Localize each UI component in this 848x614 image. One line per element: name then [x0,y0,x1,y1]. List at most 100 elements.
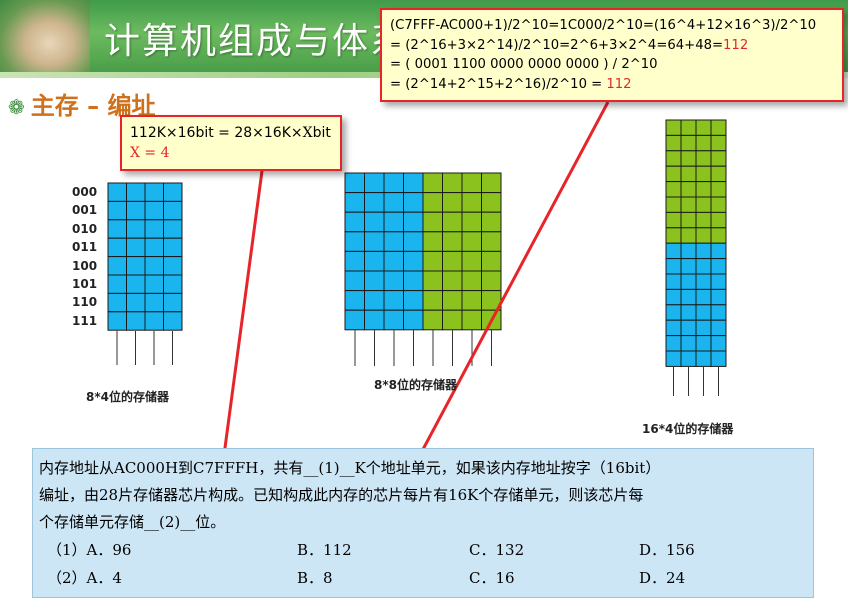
grid-16x4-cell [695,335,712,352]
calc-line-2-result: 112 [723,37,749,53]
grid-16x4-memory [665,119,727,396]
grid-8x8-cell [422,290,443,311]
grid-8x8-cell [422,192,443,213]
grid-16x4-cell [710,258,727,275]
grid-8x8-cell [481,250,502,272]
grid-8x4-cell [107,200,127,221]
address-label: 100 [72,258,98,273]
grid-16x4-cell [665,304,682,321]
grid-16x4-cell [710,150,727,167]
grid-8x4-cell [107,237,127,258]
grid-8x8-cell [364,290,385,311]
grid-16x4-cell [680,211,697,229]
caption-8x8: 8*8位的存储器 [374,378,457,392]
grid-8x4-cell [107,292,127,313]
option-2-c: C．16 [469,569,515,587]
calc-line-4-text: = (2^14+2^15+2^16)/2^10 = [390,76,607,92]
grid-16x4-cell [665,211,682,229]
grid-8x8-cell [383,211,404,233]
grid-16x4-cell [680,242,697,260]
grid-8x8-cell [344,270,365,292]
grid-8x8-cell [383,270,404,292]
grid-16x4-cell [695,350,712,367]
grid-8x4-cell [163,311,183,331]
option-2-a: （2）A．4 [47,569,122,587]
grid-8x8-cell [461,231,482,252]
address-label: 101 [72,277,98,291]
grid-8x8-cell [422,309,443,331]
grid-8x8-cell [364,250,385,272]
grid-16x4-cell [665,119,682,136]
option-1-d: D．156 [639,541,695,559]
grid-8x8-cell [364,211,385,233]
grid-8x8-cell [403,290,424,311]
calc-line-3: = ( 0001 1100 0000 0000 0000 ) / 2^10 [390,57,658,72]
grid-16x4-cell [710,196,727,213]
grid-16x4-cell [710,273,727,290]
grid-16x4-cell [665,258,682,275]
grid-8x4-cell [126,292,146,313]
grid-8x8-cell [481,270,502,292]
grid-16x4-cell [695,258,712,275]
grid-16x4-cell [680,350,697,367]
grid-8x4-cell [126,311,146,331]
grid-16x4-cell [665,288,682,306]
grid-8x8-cell [344,211,365,233]
grid-16x4-cell [710,227,727,244]
grid-16x4-cell [680,134,697,152]
grid-8x4-cell [144,274,164,294]
grid-8x4-cell [126,200,146,221]
grid-16x4-cell [710,350,727,367]
grid-8x4-cell [126,256,146,276]
grid-16x4-cell [695,242,712,260]
grid-8x4-cell [163,182,183,202]
option-1-c: C．132 [469,541,525,559]
grid-8x8-cell [461,211,482,233]
grid-8x8-cell [403,172,424,194]
grid-8x4-cell [107,274,127,294]
grid-16x4-cell [665,150,682,167]
slide: 计算机组成与体系 ❁ 主存 – 编址 000 001 010 011 100 101 110 1… [0,0,848,614]
grid-8x4-cell [144,311,164,331]
grid-8x8-cell [403,192,424,213]
grid-8x8-cell [383,250,404,272]
grid-16x4-cell [695,165,712,183]
grid-16x4-cell [680,288,697,306]
calc-line-1: (C7FFF-AC000+1)/2^10=1C000/2^10=(16^4+12… [390,18,817,33]
grid-8x8-cell [422,172,443,194]
grid-8x4-cell [107,256,127,276]
bitwidth-x: X [302,125,313,141]
grid-8x8-cell [442,172,463,194]
grid-8x4-cell [163,237,183,258]
grid-8x4-cell [107,219,127,239]
grid-8x8-cell [442,231,463,252]
grid-8x4-cell [126,237,146,258]
grid-16x4-cell [695,319,712,337]
grid-16x4-cell [695,181,712,198]
option-1-a: （1）A．96 [47,541,132,559]
grid-8x8-cell [383,231,404,252]
grid-8x8-cell [461,290,482,311]
grid-8x8-cell [344,250,365,272]
grid-8x8-cell [364,270,385,292]
grid-8x8-cell [461,270,482,292]
address-label: 110 [72,295,98,310]
grid-8x8-cell [481,192,502,213]
address-label: 111 [72,313,98,328]
grid-8x8-cell [344,192,365,213]
option-1-b: B．112 [297,541,352,559]
grid-8x4-cell [107,182,127,202]
grid-16x4-cell [665,273,682,290]
grid-8x8-cell [442,309,463,331]
grid-16x4-cell [680,165,697,183]
grid-16x4-cell [680,258,697,275]
option-2-b: B．8 [297,569,333,587]
grid-16x4-cell [680,319,697,337]
grid-16x4-cell [695,196,712,213]
grid-16x4-cell [710,304,727,321]
bitwidth-answer: X = 4 [130,145,170,161]
grid-16x4-cell [680,119,697,136]
grid-8x8-cell [364,192,385,213]
grid-8x8-cell [364,172,385,194]
grid-8x8-cell [442,192,463,213]
